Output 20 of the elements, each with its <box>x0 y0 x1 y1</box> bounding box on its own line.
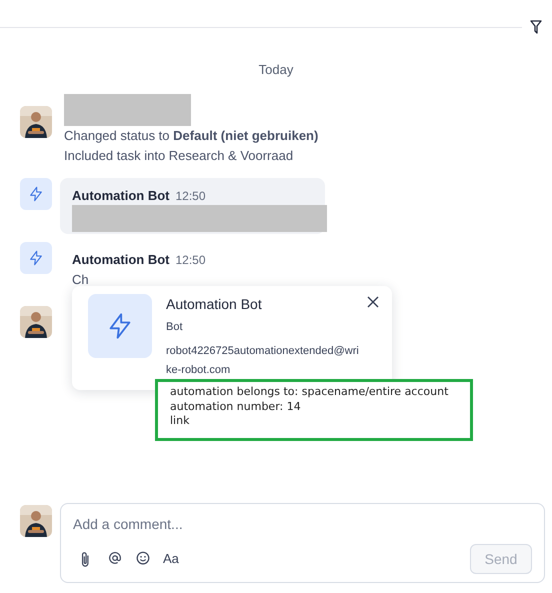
bolt-icon <box>88 294 152 358</box>
author-name: Automation Bot <box>72 188 170 202</box>
author-name: Automation Bot <box>72 252 170 267</box>
timestamp: 12:50 <box>175 253 206 267</box>
date-divider: Today <box>258 61 294 79</box>
timestamp: 12:50 <box>175 188 206 202</box>
bot-avatar-icon <box>20 178 52 210</box>
activity-text: Ch <box>72 270 90 288</box>
profile-role: Bot <box>166 320 184 335</box>
profile-name: Automation Bot <box>166 295 263 314</box>
profile-email: robot4226725automationextended@wrike-robot.com <box>166 344 360 378</box>
comment-field[interactable]: Add a comment... Aa Send <box>60 503 545 583</box>
format-button[interactable]: Aa <box>163 549 179 569</box>
emoji-icon[interactable] <box>135 551 151 567</box>
mention-icon[interactable] <box>107 551 123 567</box>
activity-text: Included task into Research & Voorraad <box>64 146 294 164</box>
bot-avatar-icon <box>20 242 52 274</box>
activity-text: Changed status to Default (niet gebruiken) <box>64 126 320 145</box>
filter-icon[interactable] <box>530 20 542 34</box>
annotation-note: automation belongs to: spacename/entire account automation number: 14 link <box>155 379 473 441</box>
